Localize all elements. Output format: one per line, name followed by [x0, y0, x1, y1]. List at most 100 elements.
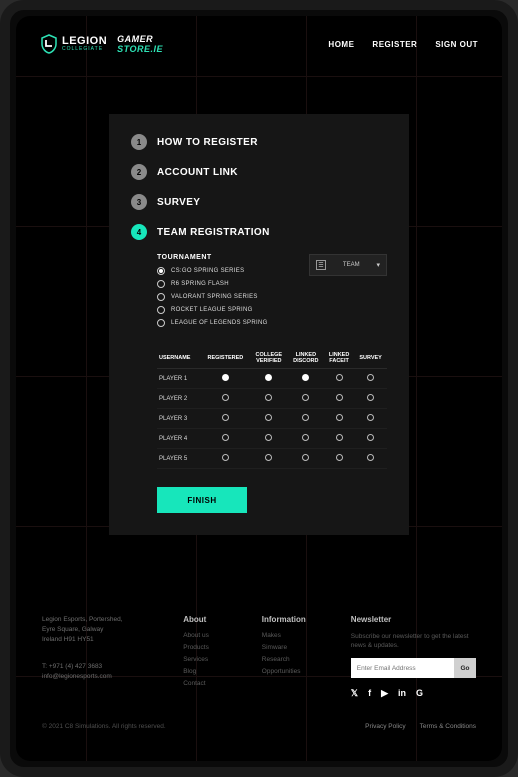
footer: Legion Esports, Portershed,Eyre Square, … — [16, 575, 502, 709]
status-cell — [288, 429, 324, 449]
status-dot-icon — [302, 374, 309, 381]
nav-register[interactable]: REGISTER — [372, 40, 417, 49]
tournament-option[interactable]: ROCKET LEAGUE SPRING — [157, 306, 299, 314]
radio-icon — [157, 267, 165, 275]
linkedin-icon[interactable]: in — [398, 688, 406, 699]
radio-icon — [157, 319, 165, 327]
twitter-icon[interactable]: 𝕏 — [351, 688, 358, 699]
footer-email[interactable]: info@legionesports.com — [42, 672, 167, 682]
step-label: TEAM REGISTRATION — [157, 227, 270, 238]
logo-gamerstore[interactable]: GAMER STORE.IE — [117, 34, 163, 54]
team-select[interactable]: ☰ TEAM ▾ — [309, 254, 387, 276]
tournament-option[interactable]: VALORANT SPRING SERIES — [157, 293, 299, 301]
status-cell — [324, 389, 354, 409]
footer-link[interactable]: Research — [262, 656, 335, 663]
legion-brand-sub: COLLEGIATE — [62, 47, 107, 52]
status-dot-icon — [265, 454, 272, 461]
step-row[interactable]: 2ACCOUNT LINK — [131, 164, 387, 180]
table-row: PLAYER 3 — [157, 409, 387, 429]
facebook-icon[interactable]: f — [368, 688, 371, 699]
status-cell — [250, 429, 288, 449]
table-header: SURVEY — [354, 348, 387, 369]
table-row: PLAYER 1 — [157, 369, 387, 389]
status-dot-icon — [265, 414, 272, 421]
player-name-cell: PLAYER 3 — [157, 409, 201, 429]
google-icon[interactable]: G — [416, 688, 423, 699]
bottom-bar: © 2021 C8 Simulations. All rights reserv… — [16, 709, 502, 750]
status-dot-icon — [367, 394, 374, 401]
youtube-icon[interactable]: ▶ — [381, 688, 388, 699]
radio-icon — [157, 280, 165, 288]
table-row: PLAYER 4 — [157, 429, 387, 449]
step-row[interactable]: 3SURVEY — [131, 194, 387, 210]
footer-link[interactable]: Contact — [183, 680, 246, 687]
tournament-option[interactable]: R6 SPRING FLASH — [157, 280, 299, 288]
tournament-label-text: VALORANT SPRING SERIES — [171, 294, 258, 300]
status-cell — [324, 409, 354, 429]
status-dot-icon — [336, 374, 343, 381]
footer-link[interactable]: Makes — [262, 632, 335, 639]
status-dot-icon — [302, 414, 309, 421]
info-title: Information — [262, 615, 335, 624]
status-dot-icon — [265, 394, 272, 401]
privacy-link[interactable]: Privacy Policy — [365, 723, 405, 730]
nav-signout[interactable]: SIGN OUT — [435, 40, 478, 49]
status-dot-icon — [302, 394, 309, 401]
status-cell — [201, 409, 250, 429]
status-cell — [354, 409, 387, 429]
footer-address-col: Legion Esports, Portershed,Eyre Square, … — [42, 615, 167, 699]
header: LEGION COLLEGIATE GAMER STORE.IE HOME RE… — [16, 16, 502, 64]
status-dot-icon — [367, 414, 374, 421]
footer-link[interactable]: Opportunities — [262, 668, 335, 675]
footer-link[interactable]: Services — [183, 656, 246, 663]
tournament-label-text: R6 SPRING FLASH — [171, 281, 229, 287]
status-cell — [250, 449, 288, 469]
status-cell — [288, 409, 324, 429]
newsletter-go-button[interactable]: Go — [454, 658, 476, 678]
team-form: TOURNAMENT CS:GO SPRING SERIES R6 SPRING … — [157, 254, 387, 513]
team-select-label: TEAM — [343, 262, 360, 268]
status-dot-icon — [222, 454, 229, 461]
logo-legion[interactable]: LEGION COLLEGIATE — [40, 34, 107, 54]
step-row[interactable]: 1HOW TO REGISTER — [131, 134, 387, 150]
footer-link[interactable]: About us — [183, 632, 246, 639]
step-number-badge: 4 — [131, 224, 147, 240]
team-icon: ☰ — [316, 260, 326, 270]
status-cell — [201, 429, 250, 449]
newsletter-title: Newsletter — [351, 615, 476, 624]
tournament-label: TOURNAMENT — [157, 254, 299, 261]
footer-phone: T: +971 (4) 427 3683 — [42, 662, 167, 672]
table-header: REGISTERED — [201, 348, 250, 369]
status-cell — [324, 449, 354, 469]
status-dot-icon — [336, 414, 343, 421]
status-dot-icon — [222, 394, 229, 401]
finish-button[interactable]: FINISH — [157, 487, 247, 513]
status-cell — [201, 369, 250, 389]
footer-link[interactable]: Simware — [262, 644, 335, 651]
table-header: USERNAME — [157, 348, 201, 369]
screen: LEGION COLLEGIATE GAMER STORE.IE HOME RE… — [16, 16, 502, 761]
player-name-cell: PLAYER 1 — [157, 369, 201, 389]
tournament-option[interactable]: CS:GO SPRING SERIES — [157, 267, 299, 275]
step-row[interactable]: 4 TEAM REGISTRATION — [131, 224, 387, 240]
terms-link[interactable]: Terms & Conditions — [420, 723, 476, 730]
status-dot-icon — [336, 434, 343, 441]
status-cell — [288, 389, 324, 409]
status-cell — [354, 389, 387, 409]
footer-newsletter-col: Newsletter Subscribe our newsletter to g… — [351, 615, 476, 699]
status-dot-icon — [367, 434, 374, 441]
step-number-badge: 2 — [131, 164, 147, 180]
status-dot-icon — [222, 434, 229, 441]
tournament-label-text: ROCKET LEAGUE SPRING — [171, 307, 253, 313]
nav-home[interactable]: HOME — [328, 40, 354, 49]
device-frame: LEGION COLLEGIATE GAMER STORE.IE HOME RE… — [0, 0, 518, 777]
status-cell — [288, 369, 324, 389]
tournament-option[interactable]: LEAGUE OF LEGENDS SPRING — [157, 319, 299, 327]
footer-link[interactable]: Products — [183, 644, 246, 651]
footer-link[interactable]: Blog — [183, 668, 246, 675]
status-cell — [324, 369, 354, 389]
footer-address: Legion Esports, Portershed,Eyre Square, … — [42, 615, 167, 644]
table-row: PLAYER 2 — [157, 389, 387, 409]
table-header: LINKEDDISCORD — [288, 348, 324, 369]
newsletter-email-input[interactable] — [351, 658, 454, 678]
